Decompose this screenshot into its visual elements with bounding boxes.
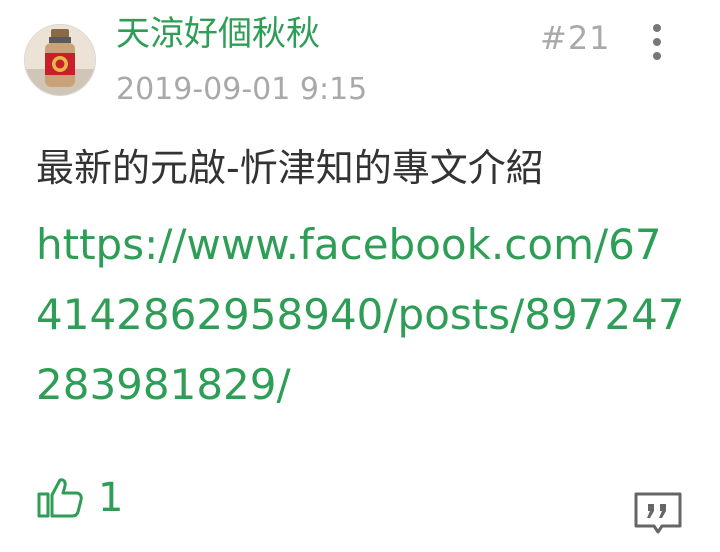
floor-number: #21 bbox=[540, 19, 611, 57]
post-link[interactable]: https://www.facebook.com/674142862958940… bbox=[36, 210, 686, 420]
post-body-text: 最新的元啟-忻津知的專文介紹 bbox=[36, 146, 544, 190]
avatar-image bbox=[25, 25, 95, 95]
author-name[interactable]: 天涼好個秋秋 bbox=[116, 10, 320, 58]
reply-button[interactable] bbox=[632, 488, 684, 534]
like-count: 1 bbox=[98, 475, 124, 521]
more-vertical-icon[interactable] bbox=[640, 20, 674, 66]
quote-reply-icon bbox=[634, 492, 682, 534]
thumbs-up-icon bbox=[37, 478, 83, 518]
post-timestamp: 2019-09-01 9:15 bbox=[116, 72, 368, 107]
avatar[interactable] bbox=[24, 24, 96, 96]
like-button[interactable]: 1 bbox=[36, 474, 123, 522]
